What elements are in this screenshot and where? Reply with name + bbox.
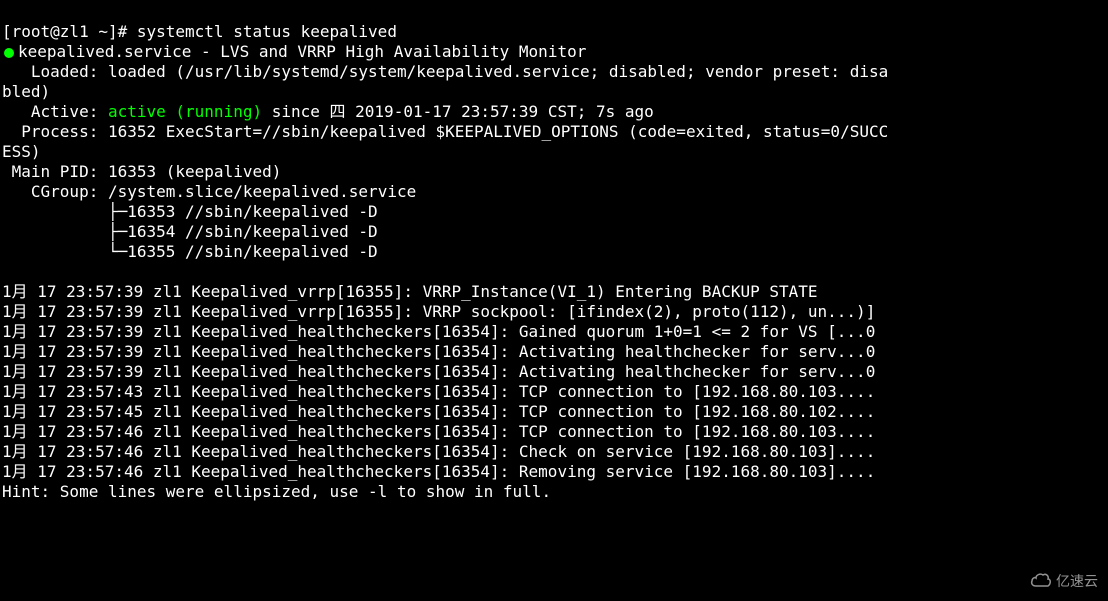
service-unit: keepalived.service	[18, 42, 191, 61]
terminal-output: [root@zl1 ~]# systemctl status keepalive…	[0, 0, 1108, 504]
log-line: 1月 17 23:57:46 zl1 Keepalived_healthchec…	[2, 422, 875, 441]
hint-line: Hint: Some lines were ellipsized, use -l…	[2, 482, 551, 501]
unit-sep: -	[191, 42, 220, 61]
log-line: 1月 17 23:57:45 zl1 Keepalived_healthchec…	[2, 402, 875, 421]
cloud-icon	[1030, 572, 1056, 594]
loaded-label: Loaded:	[2, 62, 108, 81]
process-value: 16352 ExecStart=//sbin/keepalived $KEEPA…	[108, 122, 888, 141]
log-line: 1月 17 23:57:46 zl1 Keepalived_healthchec…	[2, 462, 875, 481]
cgroup-child: ├─16354 //sbin/keepalived -D	[2, 222, 378, 241]
log-line: 1月 17 23:57:39 zl1 Keepalived_vrrp[16355…	[2, 302, 875, 321]
process-label: Process:	[2, 122, 108, 141]
cgroup-child: └─16355 //sbin/keepalived -D	[2, 242, 378, 261]
service-description: LVS and VRRP High Availability Monitor	[220, 42, 586, 61]
active-state: active (running)	[108, 102, 262, 121]
log-line: 1月 17 23:57:46 zl1 Keepalived_healthchec…	[2, 442, 875, 461]
cgroup-child: ├─16353 //sbin/keepalived -D	[2, 202, 378, 221]
log-line: 1月 17 23:57:39 zl1 Keepalived_healthchec…	[2, 362, 875, 381]
shell-command[interactable]: systemctl status keepalived	[137, 22, 397, 41]
loaded-value-cont: bled)	[2, 82, 50, 101]
log-line: 1月 17 23:57:39 zl1 Keepalived_vrrp[16355…	[2, 282, 818, 301]
log-line: 1月 17 23:57:43 zl1 Keepalived_healthchec…	[2, 382, 875, 401]
watermark-text: 亿速云	[1056, 574, 1098, 592]
cgroup-path: /system.slice/keepalived.service	[108, 182, 416, 201]
loaded-value: loaded (/usr/lib/systemd/system/keepaliv…	[108, 62, 888, 81]
log-line: 1月 17 23:57:39 zl1 Keepalived_healthchec…	[2, 322, 875, 341]
shell-prompt: [root@zl1 ~]#	[2, 22, 137, 41]
active-label: Active:	[2, 102, 108, 121]
cgroup-label: CGroup:	[2, 182, 108, 201]
main-pid-label: Main PID:	[2, 162, 108, 181]
process-value-cont: ESS)	[2, 142, 41, 161]
log-line: 1月 17 23:57:39 zl1 Keepalived_healthchec…	[2, 342, 875, 361]
watermark: 亿速云	[1030, 572, 1098, 594]
main-pid-value: 16353 (keepalived)	[108, 162, 281, 181]
active-since: since 四 2019-01-17 23:57:39 CST; 7s ago	[262, 102, 654, 121]
status-dot-icon	[4, 48, 14, 58]
